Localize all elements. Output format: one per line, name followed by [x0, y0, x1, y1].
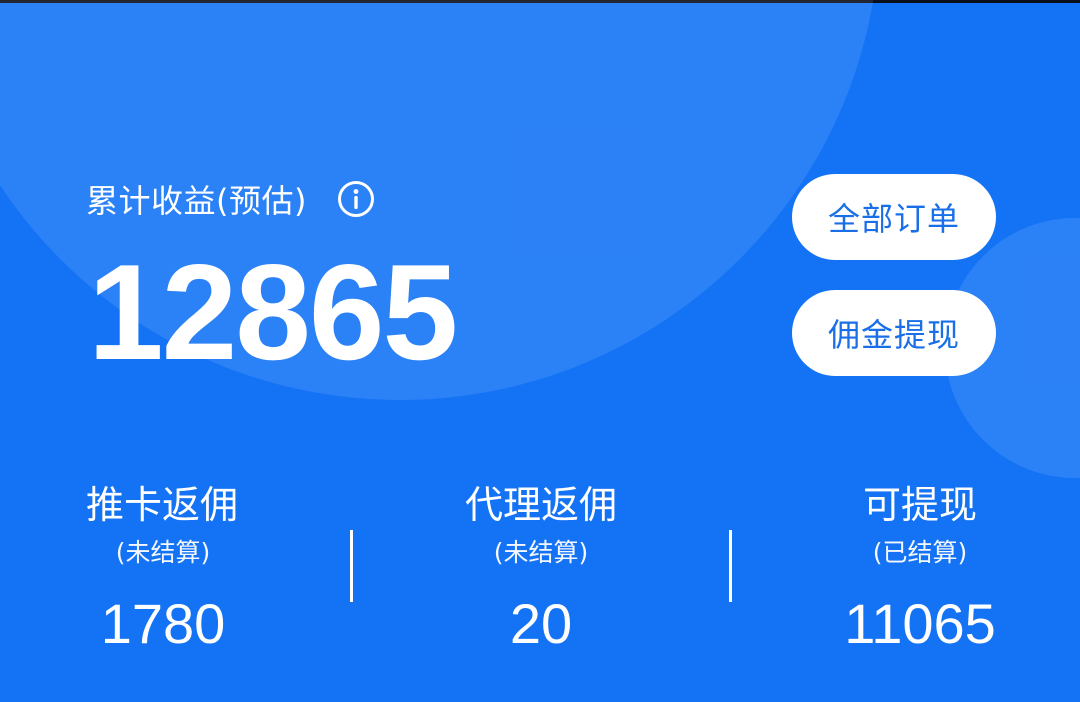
stat-card-agent-rebate: 代理返佣 (未结算) 20 — [411, 478, 671, 656]
stat-card-withdrawable: 可提现 (已结算) 11065 — [790, 478, 1050, 656]
stat-value: 20 — [509, 592, 573, 655]
stat-subtitle: (未结算) — [493, 538, 589, 567]
all-orders-button[interactable]: 全部订单 — [792, 174, 996, 260]
stat-divider — [729, 530, 732, 602]
stat-title: 代理返佣 — [464, 483, 617, 527]
total-earnings-value: 12865 — [88, 236, 458, 388]
stat-subtitle: (已结算) — [872, 538, 968, 567]
earnings-card: 累计收益(预估) 12865 全部订单 佣金提现 推卡返佣 (未结算) 1780… — [0, 0, 1080, 702]
stat-title: 推卡返佣 — [86, 483, 239, 527]
info-circle-icon[interactable] — [337, 180, 375, 218]
stat-value: 1780 — [100, 592, 226, 655]
stat-title: 可提现 — [862, 483, 977, 527]
withdraw-commission-button[interactable]: 佣金提现 — [792, 290, 996, 376]
earnings-label: 累计收益(预估) — [86, 182, 307, 220]
stat-value: 11065 — [844, 592, 996, 655]
stat-card-rebate: 推卡返佣 (未结算) 1780 — [33, 478, 293, 656]
earnings-label-row: 累计收益(预估) — [86, 174, 375, 224]
stat-subtitle: (未结算) — [115, 538, 211, 567]
stat-divider — [350, 530, 353, 602]
